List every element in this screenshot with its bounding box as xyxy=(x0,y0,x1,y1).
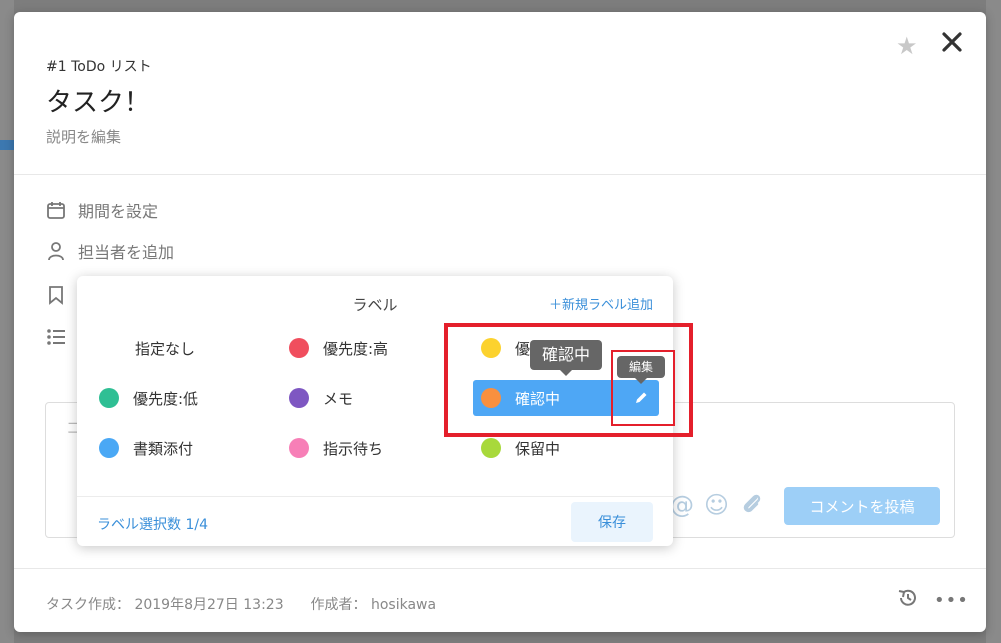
bookmark-icon xyxy=(49,286,63,305)
more-icon[interactable]: ••• xyxy=(934,590,969,611)
history-icon[interactable] xyxy=(896,586,920,610)
highlight-box-inner xyxy=(611,350,675,426)
label-option-waiting[interactable]: 指示待ち xyxy=(289,432,383,464)
color-dot xyxy=(481,438,501,458)
color-dot xyxy=(289,338,309,358)
task-title[interactable]: タスク！ xyxy=(46,82,150,119)
mention-icon[interactable]: @ xyxy=(670,491,694,519)
label-count: ラベル選択数 1/4 xyxy=(97,517,208,533)
comment-tools: @ ☺ xyxy=(670,491,765,519)
label-option-text: 指示待ち xyxy=(323,439,384,458)
bg-right-strip xyxy=(986,0,1001,643)
star-icon[interactable]: ★ xyxy=(896,32,918,60)
author-label: 作成者： xyxy=(310,597,367,613)
label-option-text: 優先度:高 xyxy=(323,339,389,358)
set-period-row[interactable]: 期間を設定 xyxy=(46,198,158,222)
color-dot xyxy=(99,438,119,458)
breadcrumb[interactable]: #1 ToDo リスト xyxy=(46,56,152,76)
label-option-text: 優先度:低 xyxy=(133,389,199,408)
color-dot xyxy=(99,388,119,408)
bg-left-strip xyxy=(0,0,14,643)
person-icon xyxy=(48,242,64,261)
label-option-priority-low[interactable]: 優先度:低 xyxy=(99,382,198,414)
label-option-memo[interactable]: メモ xyxy=(289,382,353,414)
label-option-priority-high[interactable]: 優先度:高 xyxy=(289,332,388,364)
attach-icon[interactable] xyxy=(739,491,765,517)
label-option-documents[interactable]: 書類添付 xyxy=(99,432,193,464)
post-comment-button[interactable]: コメントを投稿 xyxy=(784,487,940,525)
created-value: 2019年8月27日 13:23 xyxy=(134,597,284,613)
footer-meta: タスク作成： 2019年8月27日 13:23 作成者： hosikawa xyxy=(46,594,436,614)
label-option-none[interactable]: 指定なし xyxy=(135,332,195,364)
new-label-link[interactable]: ＋新規ラベル追加 xyxy=(549,294,653,313)
label-option-text: 指定なし xyxy=(135,339,196,358)
add-assignee-label: 担当者を追加 xyxy=(78,243,175,262)
created-label: タスク作成： xyxy=(46,597,130,613)
label-row[interactable] xyxy=(46,283,66,307)
color-dot xyxy=(289,388,309,408)
close-icon[interactable] xyxy=(938,28,966,56)
emoji-icon[interactable]: ☺ xyxy=(704,491,729,519)
color-dot xyxy=(289,438,309,458)
set-period-label: 期間を設定 xyxy=(78,202,159,221)
footer-divider xyxy=(14,568,986,569)
bg-accent-bar xyxy=(0,140,14,150)
calendar-icon xyxy=(47,202,65,219)
add-assignee-row[interactable]: 担当者を追加 xyxy=(46,239,174,263)
checklist-row[interactable] xyxy=(46,325,66,349)
header-divider xyxy=(14,174,986,175)
popover-divider xyxy=(77,496,673,497)
author-value: hosikawa xyxy=(370,597,437,613)
label-option-text: 保留中 xyxy=(515,439,561,458)
description-placeholder[interactable]: 説明を編集 xyxy=(46,126,121,147)
list-icon xyxy=(47,329,65,345)
label-option-text: 書類添付 xyxy=(133,439,194,458)
save-button[interactable]: 保存 xyxy=(571,502,653,542)
label-option-text: メモ xyxy=(323,389,354,408)
